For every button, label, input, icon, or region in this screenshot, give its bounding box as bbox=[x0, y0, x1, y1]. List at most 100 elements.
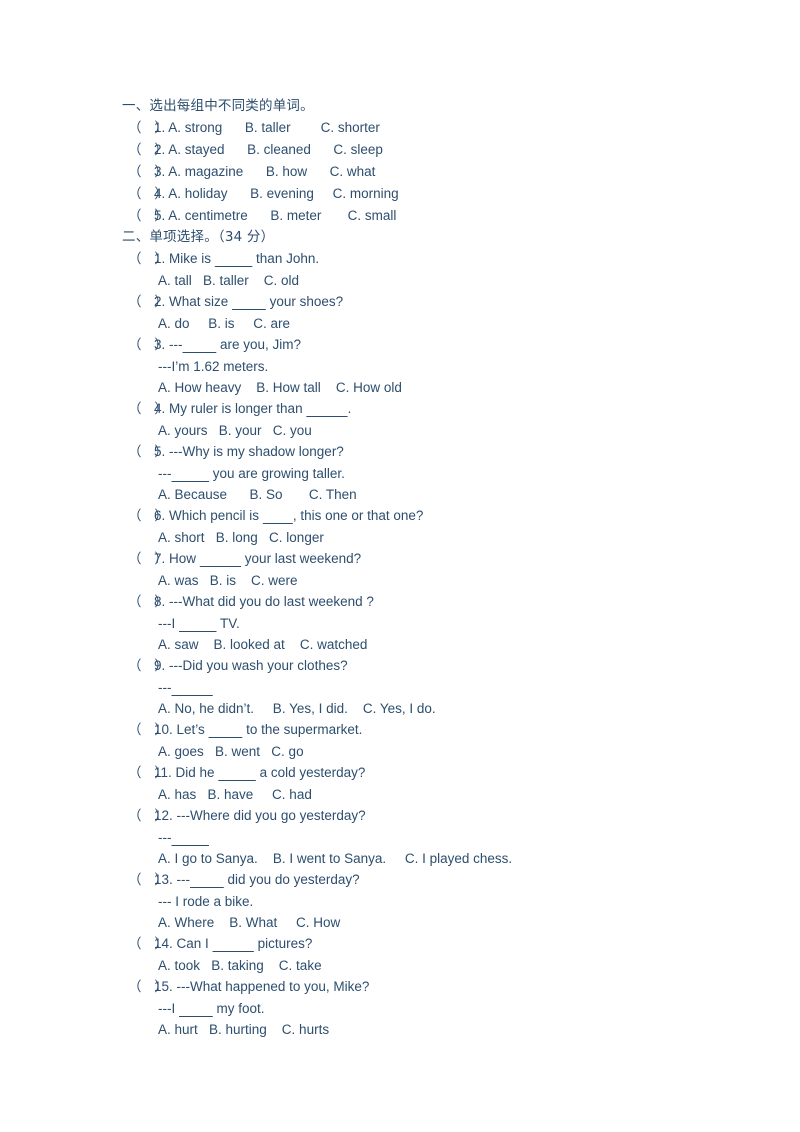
text-run: pictures? bbox=[253, 936, 313, 951]
question-extra-line: --- bbox=[158, 677, 722, 698]
text-run: Let’s bbox=[176, 722, 209, 737]
text-run: my foot. bbox=[212, 1001, 265, 1016]
question-item: （ ）13. --- did you do yesterday? --- I ro… bbox=[122, 869, 722, 933]
answer-bracket[interactable]: （ ） bbox=[128, 720, 168, 741]
question-item: （ ）5. A. centimetre B. meter C. small bbox=[122, 205, 722, 227]
answer-bracket[interactable]: （ ） bbox=[128, 184, 168, 205]
option-list[interactable]: A. No, he didn’t. B. Yes, I did. C. Yes,… bbox=[158, 698, 722, 719]
question-number: 12. bbox=[154, 808, 177, 823]
option-list[interactable]: A. was B. is C. were bbox=[158, 570, 722, 591]
option-list[interactable]: A. has B. have C. had bbox=[158, 784, 722, 805]
question-extra-line: --- you are growing taller. bbox=[158, 463, 722, 484]
option-list[interactable]: A. I go to Sanya. B. I went to Sanya. C.… bbox=[158, 848, 722, 869]
option-list[interactable]: A. Where B. What C. How bbox=[158, 912, 722, 933]
text-run: Which pencil is bbox=[169, 508, 263, 523]
answer-blank[interactable] bbox=[190, 872, 224, 887]
answer-bracket[interactable]: （ ） bbox=[128, 763, 168, 784]
option-list[interactable]: A. yours B. your C. you bbox=[158, 420, 722, 441]
answer-blank[interactable] bbox=[215, 251, 253, 266]
answer-bracket[interactable]: （ ） bbox=[128, 977, 168, 998]
answer-blank[interactable] bbox=[179, 1001, 213, 1016]
question-number: 7. bbox=[154, 551, 170, 566]
question-prompt: A. magazine bbox=[168, 164, 244, 179]
text-run: your shoes? bbox=[265, 294, 344, 309]
question-stem-line: （ ）4. A. holiday B. evening C. morning bbox=[128, 183, 722, 205]
question-number: 14. bbox=[154, 936, 177, 951]
answer-blank[interactable] bbox=[183, 337, 217, 352]
question-stem-line: （ ）15. ---What happened to you, Mike? bbox=[128, 976, 722, 998]
option-list[interactable]: B. how C. what bbox=[266, 164, 376, 179]
option-list[interactable]: A. short B. long C. longer bbox=[158, 527, 722, 548]
text-run: are you, Jim? bbox=[216, 337, 302, 352]
text-run: Can I bbox=[176, 936, 213, 951]
answer-bracket[interactable]: （ ） bbox=[128, 140, 168, 161]
answer-blank[interactable] bbox=[200, 551, 241, 566]
option-list[interactable]: A. hurt B. hurting C. hurts bbox=[158, 1019, 722, 1040]
answer-blank[interactable] bbox=[179, 616, 217, 631]
question-number: 3. bbox=[154, 337, 170, 352]
option-list[interactable]: B. meter C. small bbox=[270, 208, 396, 223]
answer-bracket[interactable]: （ ） bbox=[128, 442, 168, 463]
option-list[interactable]: A. took B. taking C. take bbox=[158, 955, 722, 976]
answer-bracket[interactable]: （ ） bbox=[128, 335, 168, 356]
answer-blank[interactable] bbox=[172, 830, 210, 845]
option-list[interactable]: A. Because B. So C. Then bbox=[158, 484, 722, 505]
option-list[interactable]: A. goes B. went C. go bbox=[158, 741, 722, 762]
answer-bracket[interactable]: （ ） bbox=[128, 592, 168, 613]
text-run: --- I rode a bike. bbox=[158, 894, 254, 909]
text-run: Mike is bbox=[169, 251, 215, 266]
question-prompt: A. stayed bbox=[168, 142, 225, 157]
text-run: ---Where did you go yesterday? bbox=[176, 808, 366, 823]
worksheet-content: 一、选出每组中不同类的单词。（ ）1. A. strong B. taller … bbox=[122, 96, 722, 1040]
text-run: ---I’m 1.62 meters. bbox=[158, 359, 269, 374]
answer-bracket[interactable]: （ ） bbox=[128, 934, 168, 955]
text-run: --- bbox=[158, 466, 172, 481]
answer-bracket[interactable]: （ ） bbox=[128, 118, 168, 139]
question-item: （ ）2. What size your shoes? A. do B. is C… bbox=[122, 291, 722, 334]
option-list[interactable]: A. How heavy B. How tall C. How old bbox=[158, 377, 722, 398]
option-list[interactable]: B. evening C. morning bbox=[250, 186, 399, 201]
question-extra-line: ---I TV. bbox=[158, 613, 722, 634]
answer-bracket[interactable]: （ ） bbox=[128, 292, 168, 313]
question-stem-line: （ ）12. ---Where did you go yesterday? bbox=[128, 805, 722, 827]
text-run: your last weekend? bbox=[241, 551, 362, 566]
answer-blank[interactable] bbox=[232, 294, 266, 309]
question-stem-line: （ ）1. Mike is than John. bbox=[128, 248, 722, 270]
answer-bracket[interactable]: （ ） bbox=[128, 549, 168, 570]
question-number: 5. bbox=[154, 208, 169, 223]
text-run: ---Did you wash your clothes? bbox=[169, 658, 348, 673]
option-list[interactable]: B. cleaned C. sleep bbox=[247, 142, 383, 157]
question-extra-line: ---I’m 1.62 meters. bbox=[158, 356, 722, 377]
question-prompt: A. centimetre bbox=[168, 208, 248, 223]
question-item: （ ）10. Let’s to the supermarket. A. goes … bbox=[122, 719, 722, 762]
answer-blank[interactable] bbox=[172, 680, 213, 695]
answer-blank[interactable] bbox=[213, 936, 254, 951]
text-run: What size bbox=[169, 294, 233, 309]
question-number: 9. bbox=[154, 658, 170, 673]
answer-bracket[interactable]: （ ） bbox=[128, 249, 168, 270]
option-list[interactable]: A. do B. is C. are bbox=[158, 313, 722, 334]
option-list[interactable]: B. taller C. shorter bbox=[245, 120, 380, 135]
answer-bracket[interactable]: （ ） bbox=[128, 806, 168, 827]
answer-bracket[interactable]: （ ） bbox=[128, 206, 168, 227]
question-stem-line: （ ）3. --- are you, Jim? bbox=[128, 334, 722, 356]
answer-bracket[interactable]: （ ） bbox=[128, 656, 168, 677]
option-list[interactable]: A. saw B. looked at C. watched bbox=[158, 634, 722, 655]
answer-blank[interactable] bbox=[172, 466, 210, 481]
question-stem-line: （ ）9. ---Did you wash your clothes? bbox=[128, 655, 722, 677]
answer-bracket[interactable]: （ ） bbox=[128, 870, 168, 891]
text-run: --- bbox=[158, 830, 172, 845]
answer-blank[interactable] bbox=[218, 765, 256, 780]
answer-bracket[interactable]: （ ） bbox=[128, 399, 168, 420]
answer-bracket[interactable]: （ ） bbox=[128, 506, 168, 527]
answer-blank[interactable] bbox=[263, 508, 293, 523]
question-item: （ ）5. ---Why is my shadow longer? --- you… bbox=[122, 441, 722, 505]
text-run: ---Why is my shadow longer? bbox=[169, 444, 344, 459]
question-number: 1. bbox=[154, 120, 169, 135]
option-list[interactable]: A. tall B. taller C. old bbox=[158, 270, 722, 291]
answer-blank[interactable] bbox=[209, 722, 243, 737]
answer-blank[interactable] bbox=[306, 401, 347, 416]
answer-bracket[interactable]: （ ） bbox=[128, 162, 168, 183]
